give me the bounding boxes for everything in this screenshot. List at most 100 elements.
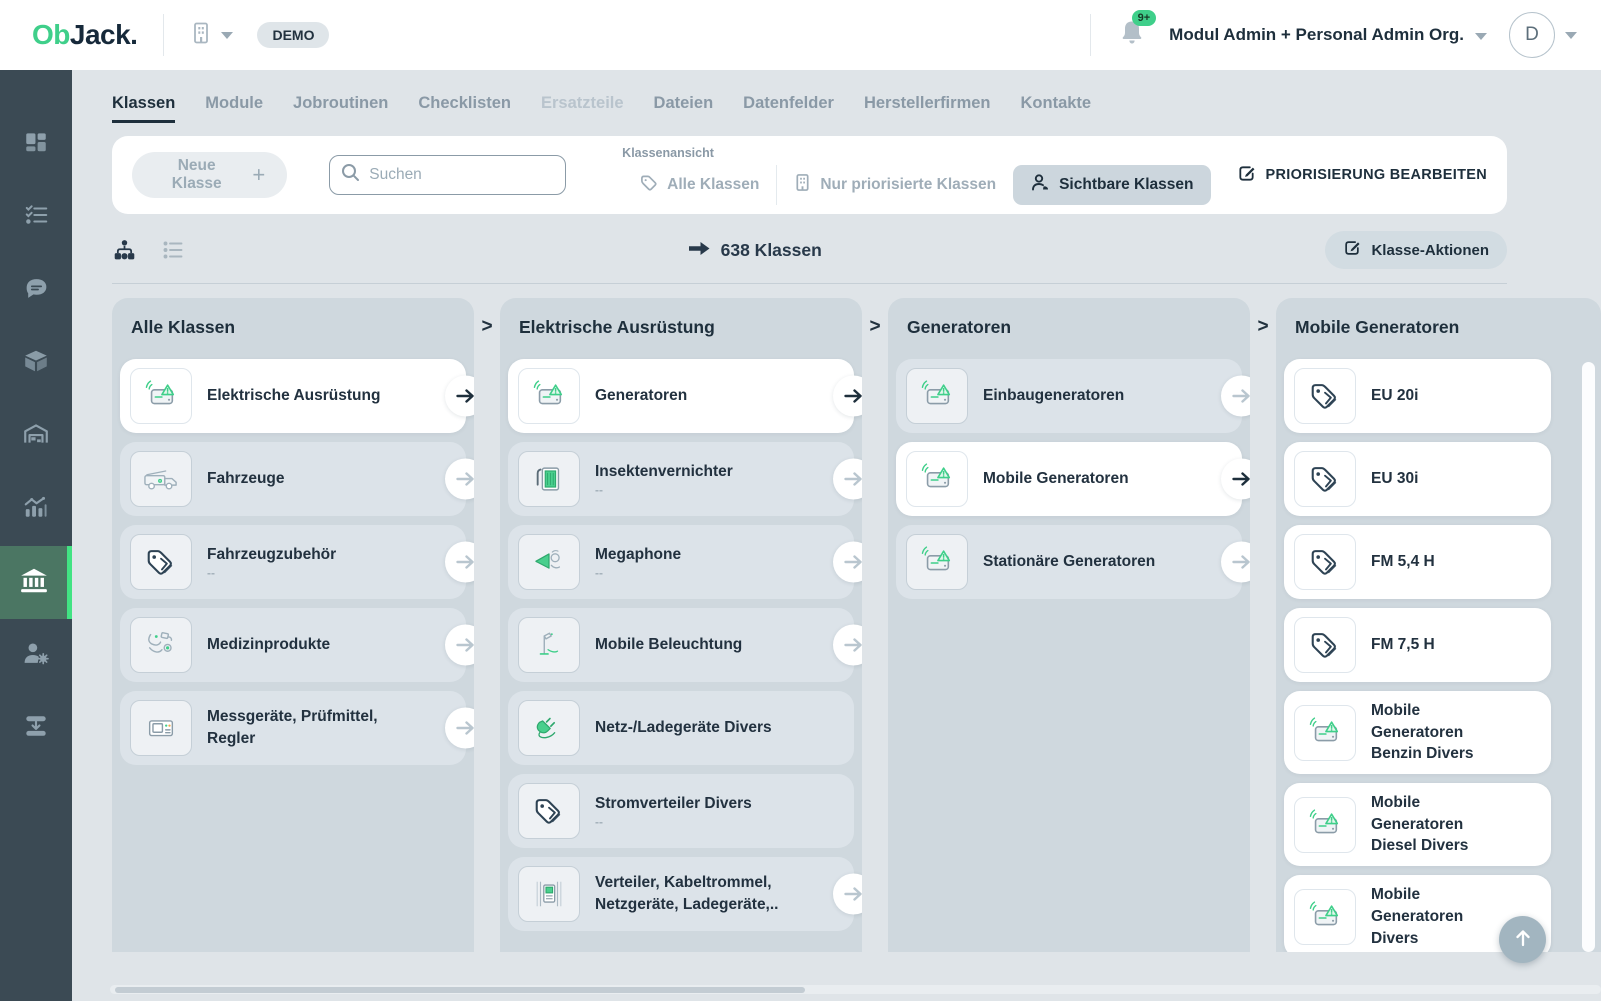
horizontal-scrollbar[interactable] bbox=[110, 985, 1601, 994]
class-card[interactable]: Insektenvernichter-- bbox=[508, 442, 854, 516]
chat-icon bbox=[23, 276, 50, 306]
tab-datenfelder[interactable]: Datenfelder bbox=[743, 94, 834, 123]
user-icon bbox=[1030, 173, 1050, 197]
open-children-button[interactable] bbox=[445, 542, 474, 583]
column-scrollbar[interactable] bbox=[1582, 362, 1595, 952]
tab-herstellerfirmen[interactable]: Herstellerfirmen bbox=[864, 94, 991, 123]
open-children-button[interactable] bbox=[833, 625, 862, 666]
class-card-text: Mobile Generatoren bbox=[983, 468, 1157, 490]
class-card-subtitle: -- bbox=[595, 815, 752, 829]
class-card[interactable]: Stationäre Generatoren bbox=[896, 525, 1242, 599]
column-title: Generatoren bbox=[896, 298, 1242, 359]
class-actions-button[interactable]: Klasse-Aktionen bbox=[1325, 231, 1507, 269]
class-card-label: Medizinprodukte bbox=[207, 634, 330, 656]
new-class-button[interactable]: Neue Klasse + bbox=[132, 152, 287, 198]
class-card-label: Insektenvernichter bbox=[595, 461, 733, 483]
class-card-label: Mobile Generatoren Divers bbox=[1371, 884, 1513, 949]
class-card[interactable]: Einbaugeneratoren bbox=[896, 359, 1242, 433]
sidebar-item-chart[interactable] bbox=[0, 473, 72, 546]
tab-dateien[interactable]: Dateien bbox=[654, 94, 714, 123]
sidebar-item-import[interactable] bbox=[0, 692, 72, 765]
account-menu[interactable]: Modul Admin + Personal Admin Org. bbox=[1169, 25, 1487, 45]
tree-view-toggle[interactable] bbox=[112, 238, 137, 263]
column-chevron-icon: > bbox=[1250, 298, 1276, 952]
open-children-button[interactable] bbox=[445, 376, 474, 417]
class-card[interactable]: Generatoren bbox=[508, 359, 854, 433]
tab-ersatzteile[interactable]: Ersatzteile bbox=[541, 94, 624, 123]
account-label: Modul Admin + Personal Admin Org. bbox=[1169, 25, 1464, 45]
view-option-tag[interactable]: Alle Klassen bbox=[622, 165, 776, 205]
sidebar-item-dashboard[interactable] bbox=[0, 108, 72, 181]
scroll-to-top-button[interactable] bbox=[1499, 916, 1546, 963]
tab-klassen[interactable]: Klassen bbox=[112, 94, 175, 123]
generator-icon bbox=[906, 451, 968, 507]
class-card[interactable]: Fahrzeugzubehör-- bbox=[120, 525, 466, 599]
class-card[interactable]: Messgeräte, Prüfmittel, Regler bbox=[120, 691, 466, 765]
medical-icon bbox=[130, 617, 192, 673]
class-card[interactable]: Verteiler, Kabeltrommel, Netzgeräte, Lad… bbox=[508, 857, 854, 931]
generator-icon bbox=[1294, 797, 1356, 853]
class-card[interactable]: Netz-/Ladegeräte Divers bbox=[508, 691, 854, 765]
open-children-button[interactable] bbox=[445, 459, 474, 500]
sidebar-item-user-settings[interactable] bbox=[0, 619, 72, 692]
view-option-building[interactable]: Nur priorisierte Klassen bbox=[776, 165, 1013, 205]
tab-module[interactable]: Module bbox=[205, 94, 263, 123]
open-children-button[interactable] bbox=[445, 625, 474, 666]
open-children-button[interactable] bbox=[1221, 459, 1250, 500]
class-card[interactable]: Medizinprodukte bbox=[120, 608, 466, 682]
edit-prioritization-button[interactable]: PRIORISIERUNG BEARBEITEN bbox=[1237, 164, 1488, 187]
class-card-label: EU 20i bbox=[1371, 385, 1418, 407]
class-card[interactable]: FM 5,4 H bbox=[1284, 525, 1551, 599]
class-card-label: Netz-/Ladegeräte Divers bbox=[595, 717, 772, 739]
open-children-button[interactable] bbox=[833, 376, 862, 417]
sidebar-item-chat[interactable] bbox=[0, 254, 72, 327]
class-card[interactable]: FM 7,5 H bbox=[1284, 608, 1551, 682]
class-columns: Alle KlassenElektrische AusrüstungFahrze… bbox=[112, 298, 1601, 952]
view-option-user[interactable]: Sichtbare Klassen bbox=[1013, 165, 1210, 205]
class-card[interactable]: Mobile Generatoren Benzin Divers bbox=[1284, 691, 1551, 774]
edit-icon bbox=[1343, 239, 1361, 261]
class-card[interactable]: Fahrzeuge bbox=[120, 442, 466, 516]
megaphone-icon bbox=[518, 534, 580, 590]
search-input[interactable] bbox=[369, 166, 554, 184]
org-switcher[interactable] bbox=[190, 21, 233, 50]
avatar[interactable]: D bbox=[1509, 12, 1555, 58]
header-divider bbox=[163, 14, 164, 56]
open-children-button[interactable] bbox=[833, 459, 862, 500]
horizontal-scrollbar-thumb[interactable] bbox=[115, 987, 805, 993]
class-card[interactable]: Mobile Beleuchtung bbox=[508, 608, 854, 682]
charger-icon bbox=[518, 700, 580, 756]
class-card[interactable]: EU 30i bbox=[1284, 442, 1551, 516]
class-card[interactable]: EU 20i bbox=[1284, 359, 1551, 433]
divider bbox=[112, 283, 1507, 284]
class-card-text: FM 5,4 H bbox=[1371, 551, 1463, 573]
class-card-text: Messgeräte, Prüfmittel, Regler bbox=[207, 706, 456, 749]
list-view-toggle[interactable] bbox=[161, 238, 185, 262]
logo-prefix: Ob bbox=[32, 19, 70, 50]
class-card[interactable]: Stromverteiler Divers-- bbox=[508, 774, 854, 848]
class-card[interactable]: Megaphone-- bbox=[508, 525, 854, 599]
tab-kontakte[interactable]: Kontakte bbox=[1021, 94, 1092, 123]
tab-checklisten[interactable]: Checklisten bbox=[418, 94, 511, 123]
class-card-label: Messgeräte, Prüfmittel, Regler bbox=[207, 706, 428, 749]
class-card[interactable]: Mobile Generatoren bbox=[896, 442, 1242, 516]
sidebar-item-warehouse[interactable] bbox=[0, 400, 72, 473]
generator-icon bbox=[906, 368, 968, 424]
search-box[interactable] bbox=[329, 155, 566, 195]
bell-icon bbox=[1119, 34, 1145, 51]
sidebar bbox=[0, 70, 72, 1001]
open-children-button[interactable] bbox=[1221, 542, 1250, 583]
tab-jobroutinen[interactable]: Jobroutinen bbox=[293, 94, 388, 123]
arrow-up-icon bbox=[1513, 928, 1533, 951]
open-children-button[interactable] bbox=[1221, 376, 1250, 417]
class-card[interactable]: Mobile Generatoren Diesel Divers bbox=[1284, 783, 1551, 866]
sidebar-item-tasks[interactable] bbox=[0, 181, 72, 254]
sidebar-item-bank[interactable] bbox=[0, 546, 72, 619]
class-card-text: EU 20i bbox=[1371, 385, 1446, 407]
sidebar-item-box[interactable] bbox=[0, 327, 72, 400]
notifications-button[interactable]: 9+ bbox=[1119, 19, 1145, 52]
class-card[interactable]: Elektrische Ausrüstung bbox=[120, 359, 466, 433]
open-children-button[interactable] bbox=[833, 542, 862, 583]
class-card-label: Mobile Generatoren Benzin Divers bbox=[1371, 700, 1513, 765]
toolbar: Neue Klasse + Klassenansicht Alle Klasse… bbox=[112, 136, 1507, 214]
